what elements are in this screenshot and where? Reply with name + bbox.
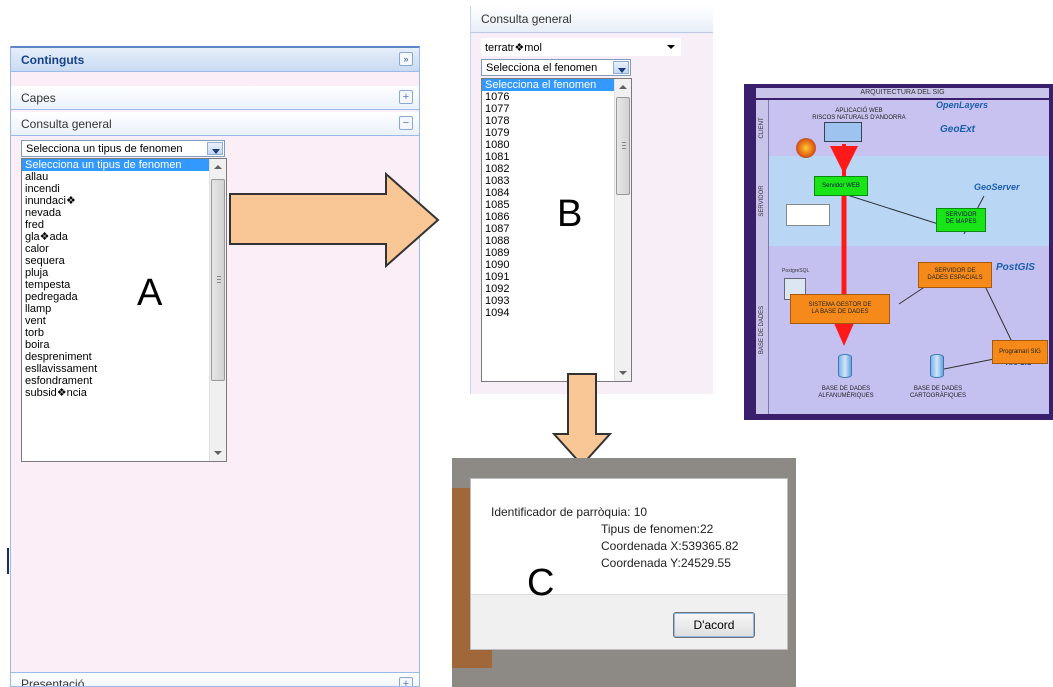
label-a: A [137,272,163,314]
resize-handle[interactable] [7,548,9,574]
collapse-minus-icon[interactable]: − [399,116,413,130]
expand-plus-icon[interactable]: + [399,677,413,686]
scroll-up-icon[interactable] [615,79,631,95]
section-consulta-general[interactable]: Consulta general − [11,112,419,136]
architecture-diagram: ARQUITECTURA DEL SIG CLIENT SERVIDOR BAS… [744,84,1053,420]
scroll-down-icon[interactable] [615,365,631,381]
contents-title: Continguts [21,52,85,67]
list-item[interactable]: sequera [22,255,226,267]
phenomenon-type-text: Tipus de fenomen:22 [601,522,714,536]
phenomenon-type-select[interactable]: Selecciona un tipus de fenomen [21,140,225,157]
panel-b-query: Consulta general terratr❖mol Selecciona … [470,6,713,394]
list-item[interactable]: 1091 [482,271,631,283]
label-b: B [557,193,583,235]
info-dialog: Identificador de parròquia: 10 Tipus de … [470,478,788,650]
dialog-footer: D'acord [471,594,787,649]
list-item[interactable]: 1079 [482,127,631,139]
event-select[interactable]: Selecciona el fenomen [481,59,631,76]
list-item[interactable]: 1077 [482,103,631,115]
scroll-thumb[interactable] [616,97,630,195]
list-item[interactable]: fred [22,219,226,231]
contents-header[interactable]: Continguts » [11,48,419,72]
list-item[interactable]: 1090 [482,259,631,271]
list-item[interactable]: 1088 [482,235,631,247]
section-capes[interactable]: Capes + [11,86,419,110]
list-item[interactable]: pedregada [22,291,226,303]
list-item[interactable]: boira [22,339,226,351]
map-server-box: SERVIDOR DE MAPES [936,208,986,232]
diagram-connectors [830,144,1015,370]
ok-button[interactable]: D'acord [673,612,755,638]
list-item[interactable]: 1092 [482,283,631,295]
list-scrollbar[interactable] [209,159,226,461]
list-item[interactable]: torb [22,327,226,339]
database-carto-icon [930,354,944,378]
list-item[interactable]: 1082 [482,163,631,175]
sig-program-box: Programari SIG [992,340,1048,364]
database-alpha-icon [838,354,852,378]
list-scrollbar[interactable] [614,79,631,381]
list-item[interactable]: 1076 [482,91,631,103]
chevron-down-icon[interactable] [207,142,223,155]
chevron-down-icon[interactable] [613,61,629,74]
db-carto-label: BASE DE DADES CARTOGRÀFIQUES [909,386,967,399]
list-item[interactable]: despreniment [22,351,226,363]
panel-a-contents: Continguts » Capes + Consulta general − … [10,46,420,687]
list-item[interactable]: subsid❖ncia [22,387,226,399]
db-system-box: SISTEMA GESTOR DE LA BASE DE DADES [790,294,890,324]
scroll-up-icon[interactable] [210,159,226,175]
list-item[interactable]: gla❖ada [22,231,226,243]
list-item[interactable]: 1081 [482,151,631,163]
list-item[interactable]: llamp [22,303,226,315]
label-c: C [527,562,555,604]
section-presentacio-label: Presentació [21,677,85,687]
coord-y-text: Coordenada Y:24529.55 [601,556,731,570]
panel-c-info-dialog: Identificador de parròquia: 10 Tipus de … [452,458,796,687]
list-item[interactable]: 1080 [482,139,631,151]
list-item[interactable]: nevada [22,207,226,219]
list-item[interactable]: 1083 [482,175,631,187]
collapse-double-arrow-icon[interactable]: » [399,52,413,66]
arrow-down-icon [550,372,614,468]
arrow-right-icon [228,172,442,268]
event-value: Selecciona el fenomen [486,62,598,74]
scroll-thumb[interactable] [211,179,225,381]
caret-down-icon[interactable] [667,45,675,49]
coord-x-text: Coordenada X:539365.82 [601,539,739,553]
list-item[interactable]: vent [22,315,226,327]
consulta-general-header: Consulta general [471,6,713,33]
parish-id-text: Identificador de parròquia: 10 [491,505,648,519]
phenomenon-dropdown-list[interactable]: Selecciona un tipus de fenomen allau incen… [21,158,227,462]
list-item[interactable]: 1094 [482,307,631,319]
list-item[interactable]: incendi [22,183,226,195]
list-item[interactable]: 1078 [482,115,631,127]
list-item[interactable]: inundaci❖ [22,195,226,207]
scroll-down-icon[interactable] [210,445,226,461]
section-consulta-label: Consulta general [21,116,112,131]
list-item[interactable]: 1093 [482,295,631,307]
list-item[interactable]: esfondrament [22,375,226,387]
list-item[interactable]: pluja [22,267,226,279]
phenomenon-value: terratr❖mol [485,42,542,54]
phenomenon-options: Selecciona un tipus de fenomen allau incen… [22,159,226,399]
db-alpha-label: BASE DE DADES ALFANUMÈRIQUES [818,386,874,399]
phenomenon-select[interactable]: terratr❖mol [481,38,681,56]
list-item[interactable]: esllavissament [22,363,226,375]
list-item[interactable]: 1089 [482,247,631,259]
section-presentacio[interactable]: Presentació + [11,672,419,687]
list-item[interactable]: Selecciona un tipus de fenomen [22,159,226,171]
list-item[interactable]: tempesta [22,279,226,291]
section-capes-label: Capes [21,90,56,105]
list-item[interactable]: Selecciona el fenomen [482,79,631,91]
web-server-box: Servidor WEB [814,176,868,196]
expand-plus-icon[interactable]: + [399,90,413,104]
list-item[interactable]: allau [22,171,226,183]
list-item[interactable]: calor [22,243,226,255]
spatial-server-box: SERVIDOR DE DADES ESPACIALS [918,262,992,288]
phenomenon-type-value: Selecciona un tipus de fenomen [26,143,183,155]
